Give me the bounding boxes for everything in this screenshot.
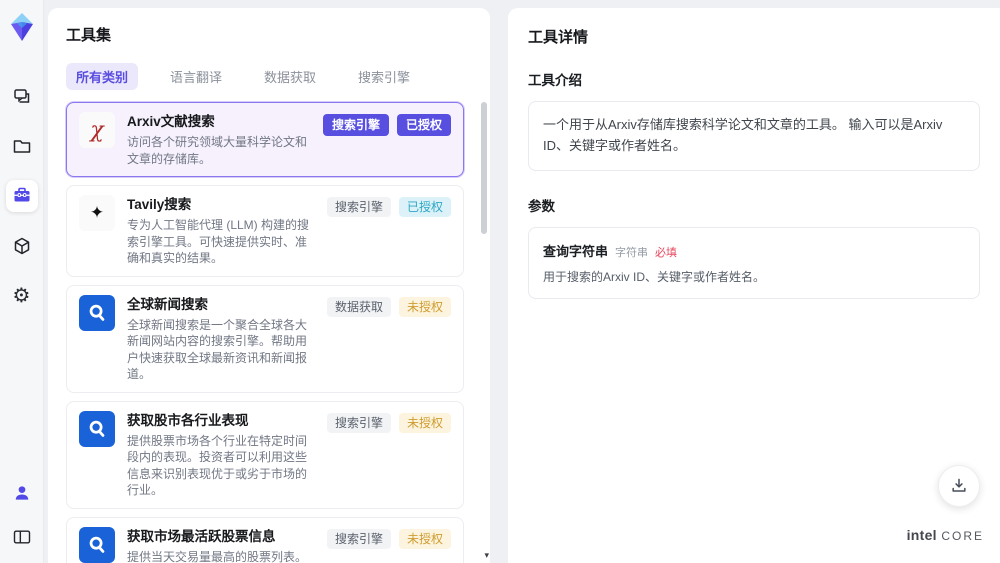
category-badge: 搜索引擎 (326, 412, 391, 433)
intro-box: 一个用于从Arxiv存储库搜索科学论文和文章的工具。 输入可以是Arxiv ID… (528, 101, 980, 171)
category-badge: 数据获取 (326, 296, 391, 317)
intel-core-logo: intel CORE (907, 527, 984, 545)
download-icon (949, 476, 969, 496)
core-brand-text: CORE (941, 529, 984, 543)
param-type: 字符串 (615, 246, 649, 259)
auth-status-badge: 未授权 (398, 528, 451, 549)
detail-title: 工具详情 (528, 29, 589, 46)
tool-description: 提供当天交易量最高的股票列表。投资者可以利用这些信息来识别流动性强的股票和潜在的… (127, 549, 308, 563)
sidebar-bottom (6, 477, 38, 553)
tool-card-global-news[interactable]: 全球新闻搜索 全球新闻搜索是一个聚合全球各大新闻网站内容的搜索引擎。帮助用户快速… (66, 284, 464, 393)
category-tabs: 所有类别 语言翻译 数据获取 搜索引擎 (66, 63, 474, 90)
auth-status-badge: 未授权 (398, 412, 451, 433)
tab-data-fetching[interactable]: 数据获取 (254, 63, 326, 90)
tab-search-engine[interactable]: 搜索引擎 (348, 63, 420, 90)
category-badge: 搜索引擎 (326, 197, 391, 217)
param-box: 查询字符串 字符串 必填 用于搜索的Arxiv ID、关键字或作者姓名。 (528, 226, 980, 299)
param-description: 用于搜索的Arxiv ID、关键字或作者姓名。 (543, 269, 766, 284)
tool-name: Arxiv文献搜索 (127, 114, 215, 129)
tool-list: χ Arxiv文献搜索 访问各个研究领域大量科学论文和文章的存储库。 搜索引擎 … (66, 102, 474, 563)
intro-heading: 工具介绍 (528, 73, 582, 88)
collapse-panel-icon (12, 527, 32, 547)
sidebar-item-account[interactable] (6, 477, 38, 509)
blue-magnifier-icon (79, 294, 115, 331)
scrollbar-thumb[interactable] (481, 102, 487, 234)
chat-icon (12, 86, 32, 106)
tool-description: 访问各个研究领域大量科学论文和文章的存储库。 (127, 135, 308, 166)
intro-text: 一个用于从Arxiv存储库搜索科学论文和文章的工具。 输入可以是Arxiv ID… (543, 117, 943, 153)
auth-status-badge: 已授权 (396, 114, 451, 136)
param-name: 查询字符串 (543, 243, 609, 259)
download-button[interactable] (938, 465, 980, 507)
sidebar-item-models[interactable] (6, 230, 38, 262)
left-sidebar: ⚙ (0, 0, 44, 563)
folder-icon (12, 136, 32, 156)
tool-description: 专为人工智能代理 (LLM) 构建的搜索引擎工具。可快速提供实时、准确和真实的结… (127, 218, 310, 265)
tool-name: 获取股市各行业表现 (127, 412, 249, 428)
sparkle-icon: ✦ (79, 195, 115, 231)
page-title: 工具集 (66, 27, 112, 44)
intel-brand-text: intel (906, 527, 937, 543)
tab-all-categories[interactable]: 所有类别 (66, 63, 139, 90)
param-required-badge: 必填 (655, 246, 678, 259)
category-badge: 搜索引擎 (326, 528, 391, 549)
tool-name: 全球新闻搜索 (127, 296, 208, 312)
blue-magnifier-icon (79, 526, 115, 563)
sidebar-item-files[interactable] (6, 130, 38, 162)
sidebar-item-collapse[interactable] (6, 521, 38, 553)
tool-description: 提供股票市场各个行业在特定时间段内的表现。投资者可以利用这些信息来识别表现优于或… (127, 433, 308, 498)
tool-detail-panel: 工具详情 工具介绍 一个用于从Arxiv存储库搜索科学论文和文章的工具。 输入可… (508, 8, 1000, 563)
package-icon (12, 236, 32, 256)
list-scrollbar[interactable] (481, 98, 487, 549)
auth-status-badge: 已授权 (398, 197, 451, 217)
tool-card-tavily[interactable]: ✦ Tavily搜索 专为人工智能代理 (LLM) 构建的搜索引擎工具。可快速提… (66, 185, 464, 277)
tool-card-arxiv[interactable]: χ Arxiv文献搜索 访问各个研究领域大量科学论文和文章的存储库。 搜索引擎 … (66, 102, 464, 177)
user-avatar-icon (12, 483, 32, 503)
toolbox-icon (12, 186, 32, 206)
sidebar-nav: ⚙ (5, 80, 38, 312)
app-logo-icon (6, 10, 38, 44)
blue-magnifier-icon (79, 410, 115, 447)
scroll-down-arrow-icon[interactable]: ▾ (484, 550, 489, 561)
arxiv-chi-icon: χ (79, 112, 115, 148)
tool-list-panel: 工具集 所有类别 语言翻译 数据获取 搜索引擎 χ Arxiv文献搜索 访问各个… (48, 8, 490, 563)
tool-card-most-active-stocks[interactable]: 获取市场最活跃股票信息 提供当天交易量最高的股票列表。投资者可以利用这些信息来识… (66, 516, 464, 563)
category-badge: 搜索引擎 (322, 114, 389, 136)
tab-language-translation[interactable]: 语言翻译 (160, 63, 232, 90)
params-heading: 参数 (528, 198, 555, 214)
tool-name: 获取市场最活跃股票信息 (127, 528, 276, 544)
tool-name: Tavily搜索 (127, 197, 192, 212)
gear-icon: ⚙ (12, 285, 31, 307)
sidebar-item-tools[interactable] (5, 180, 38, 212)
sidebar-item-chat[interactable] (6, 80, 38, 112)
tool-description: 全球新闻搜索是一个聚合全球各大新闻网站内容的搜索引擎。帮助用户快速获取全球最新资… (127, 317, 308, 382)
auth-status-badge: 未授权 (398, 296, 451, 317)
sidebar-item-settings[interactable]: ⚙ (6, 280, 38, 312)
tool-card-sector-performance[interactable]: 获取股市各行业表现 提供股票市场各个行业在特定时间段内的表现。投资者可以利用这些… (66, 400, 464, 509)
